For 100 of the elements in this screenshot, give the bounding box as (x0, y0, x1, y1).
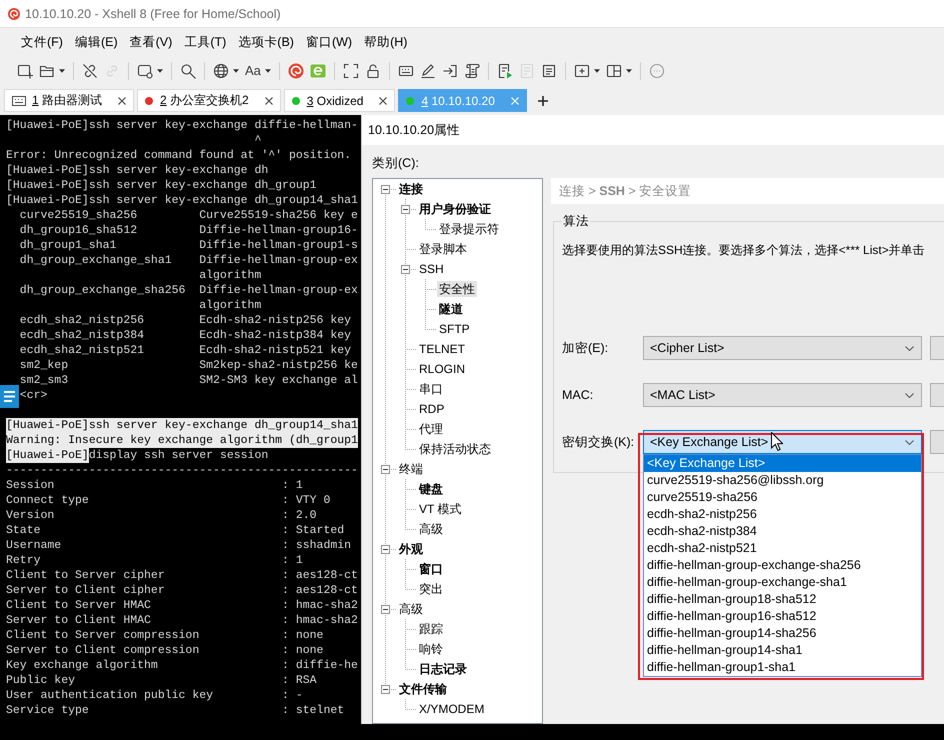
caret-icon[interactable] (594, 68, 600, 72)
tree-item[interactable]: X/YMODEM (417, 701, 486, 717)
session-field-label: Retry (6, 553, 41, 568)
plus-box-icon[interactable] (574, 62, 590, 78)
close-icon[interactable] (118, 96, 126, 104)
session-tab[interactable]: 1 路由器测试 (4, 89, 134, 112)
plus-icon[interactable] (538, 96, 548, 106)
tree-item[interactable]: SFTP (437, 321, 472, 337)
option-description: SM2-SM3 key exchange al (199, 373, 358, 388)
dropdown-option[interactable]: diffie-hellman-group1-sha1 (644, 659, 921, 676)
enter-icon[interactable] (442, 62, 458, 78)
tree-item[interactable]: 代理 (417, 421, 445, 437)
terminal-line: [Huawei-PoE]ssh server key-exchange dh_group14_sha1 (6, 193, 358, 208)
chevron-down-icon (905, 346, 914, 350)
dropdown-option[interactable]: ecdh-sha2-nistp384 (644, 523, 921, 540)
tree-item[interactable]: VT 模式 (417, 501, 464, 517)
minus-box-icon[interactable] (401, 204, 410, 214)
font-button[interactable]: Aa (245, 62, 261, 78)
menu-item[interactable]: 帮助(H) (358, 32, 414, 50)
tree-item[interactable]: 键盘 (417, 481, 445, 497)
option-name: <cr> (20, 388, 48, 403)
minus-box-icon[interactable] (381, 604, 390, 614)
minus-box-icon[interactable] (381, 184, 390, 194)
field-label: 密钥交换(K): (562, 434, 636, 450)
tree-item[interactable]: 终端 (397, 461, 425, 477)
tree-item[interactable]: 窗口 (417, 561, 445, 577)
caret-icon[interactable] (626, 68, 632, 72)
option-description: Diffie-hellman-group-ex (199, 253, 358, 268)
menu-item[interactable]: 文件(F) (15, 32, 69, 50)
session-tab[interactable]: 2 办公室交换机2 (137, 89, 281, 112)
tree-item[interactable]: RDP (417, 401, 446, 417)
tree-item[interactable]: 跟踪 (417, 621, 445, 637)
minus-box-icon[interactable] (401, 264, 410, 274)
session-tab[interactable]: 3 Oxidized (284, 89, 396, 112)
terminal-line: ^ (254, 133, 262, 148)
window-icon[interactable] (137, 62, 153, 78)
dropdown-option[interactable]: curve25519-sha256@libssh.org (644, 472, 921, 489)
dropdown-option[interactable]: diffie-hellman-group-exchange-sha256 (644, 557, 921, 574)
dropdown-option[interactable]: <Key Exchange List> (644, 455, 921, 472)
add-window-icon[interactable] (17, 62, 33, 78)
lock-icon[interactable] (364, 62, 381, 78)
minus-box-icon[interactable] (381, 544, 390, 554)
tree-item[interactable]: 高级 (417, 521, 445, 537)
tree-item[interactable]: 隧道 (437, 301, 465, 317)
caret-icon[interactable] (157, 68, 163, 72)
tree-item[interactable]: 用户身份验证 (417, 201, 493, 217)
swirl-icon[interactable] (288, 62, 304, 78)
swirl-tile-icon[interactable] (310, 62, 326, 78)
tree-item[interactable]: 高级 (397, 601, 425, 617)
fullscreen-icon[interactable] (342, 62, 359, 78)
dropdown-option[interactable]: diffie-hellman-group14-sha256 (644, 625, 921, 642)
close-icon[interactable] (264, 96, 273, 104)
dropdown-option[interactable]: ecdh-sha2-nistp521 (644, 540, 921, 557)
unlink-icon[interactable] (82, 62, 98, 78)
tree-item[interactable]: 串口 (417, 381, 445, 397)
dropdown-option[interactable]: diffie-hellman-group-exchange-sha1 (644, 574, 921, 591)
tree-item[interactable]: SSH (417, 261, 446, 277)
tree-item[interactable]: 连接 (397, 181, 425, 197)
dropdown-option[interactable]: diffie-hellman-group18-sha512 (644, 591, 921, 608)
minus-box-icon[interactable] (381, 684, 390, 694)
tree-item[interactable]: 外观 (397, 541, 425, 557)
tree-item[interactable]: 响铃 (417, 641, 445, 657)
menu-item[interactable]: 选项卡(B) (232, 32, 300, 50)
tree-item[interactable]: 日志记录 (417, 661, 469, 677)
caret-icon[interactable] (264, 68, 271, 72)
tree-item[interactable]: 登录脚本 (417, 241, 469, 257)
tree-item[interactable]: TELNET (417, 341, 468, 357)
globe-icon[interactable] (213, 62, 229, 78)
option-name: ecdh_sha2_nistp256 (20, 313, 144, 328)
dropdown-option[interactable]: ecdh-sha2-nistp256 (644, 506, 921, 523)
caret-icon[interactable] (59, 68, 65, 72)
tree-item[interactable]: 安全性 (437, 281, 477, 297)
document-play-icon[interactable] (496, 62, 513, 78)
menu-icon[interactable] (0, 385, 19, 408)
note-icon[interactable] (540, 62, 557, 78)
minus-box-icon[interactable] (381, 464, 390, 474)
menu-item[interactable]: 查看(V) (124, 32, 178, 50)
tree-item[interactable]: 保持活动状态 (417, 441, 493, 457)
dropdown-field[interactable]: <Key Exchange List> (643, 430, 922, 454)
layout-icon[interactable] (606, 62, 622, 78)
dropdown-option[interactable]: diffie-hellman-group16-sha512 (644, 608, 921, 625)
menu-item[interactable]: 工具(T) (178, 32, 232, 50)
pen-icon[interactable] (420, 62, 436, 78)
dropdown-option[interactable]: curve25519-sha256 (644, 489, 921, 506)
scroll-icon[interactable] (464, 62, 480, 78)
close-icon[interactable] (379, 96, 388, 104)
tree-item[interactable]: 突出 (417, 581, 445, 597)
dropdown-field[interactable]: <Cipher List> (643, 336, 922, 360)
dropdown-field[interactable]: <MAC List> (643, 383, 922, 407)
caret-icon[interactable] (233, 68, 239, 72)
option-description: Curve25519-sha256 key e (199, 208, 358, 223)
session-field-value: : 1 (282, 553, 303, 568)
menu-item[interactable]: 窗口(W) (300, 32, 358, 50)
search-icon[interactable] (180, 62, 196, 78)
tree-item[interactable]: RLOGIN (417, 361, 468, 377)
session-field-value: : hmac-sha2 (282, 613, 358, 628)
tree-item[interactable]: 登录提示符 (437, 221, 501, 237)
dropdown-option[interactable]: diffie-hellman-group14-sha1 (644, 642, 921, 659)
tree-item[interactable]: 文件传输 (397, 681, 449, 697)
menu-item[interactable]: 编辑(E) (68, 32, 124, 50)
